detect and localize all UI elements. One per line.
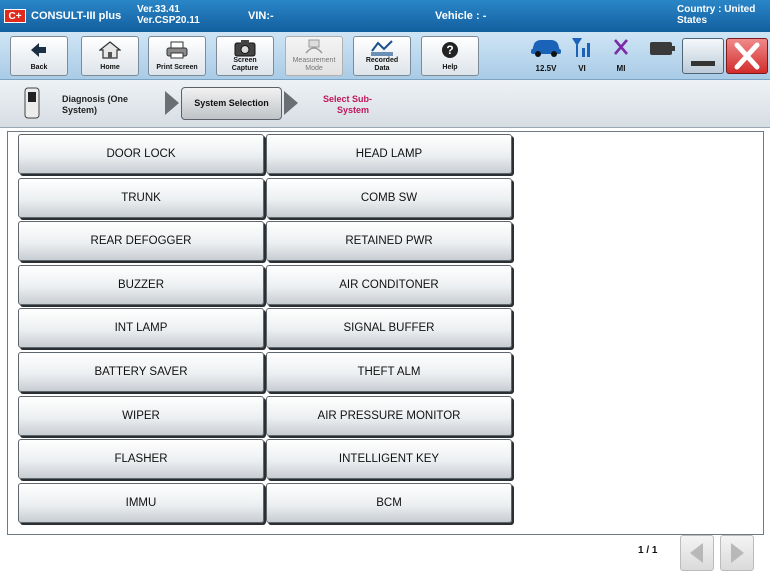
triangle-right-icon: [731, 543, 744, 563]
breadcrumb-step-diagnosis-1: Diagnosis (One: [62, 94, 129, 104]
system-button[interactable]: DOOR LOCK: [18, 134, 264, 174]
svg-text:?: ?: [446, 43, 453, 57]
footer: [0, 535, 770, 577]
car-icon: [531, 40, 561, 57]
breadcrumb: [0, 80, 770, 128]
system-button[interactable]: AIR PRESSURE MONITOR: [266, 395, 512, 436]
breadcrumb-step-diagnosis-2: System): [62, 105, 98, 115]
mi-status: MI: [606, 36, 636, 76]
system-button[interactable]: TRUNK: [18, 177, 264, 218]
version-secondary: Ver.CSP20.11: [137, 15, 200, 26]
breadcrumb-arrow-icon: [165, 91, 179, 115]
measurement-mode-label-2: Mode: [305, 65, 323, 72]
system-button[interactable]: REAR DEFOGGER: [18, 221, 264, 262]
vi-label: VI: [578, 64, 586, 73]
system-button[interactable]: IMMU: [18, 482, 264, 523]
help-button[interactable]: ? Help: [421, 36, 479, 76]
minimize-button[interactable]: [682, 38, 724, 74]
system-button[interactable]: INTELLIGENT KEY: [266, 439, 512, 480]
country-line-2: States: [677, 15, 708, 26]
system-button[interactable]: AIR CONDITONER: [266, 264, 512, 305]
system-button[interactable]: BATTERY SAVER: [18, 352, 264, 392]
recorded-data-button[interactable]: Recorded Data: [353, 36, 411, 76]
country-line-1: Country : United: [677, 4, 756, 15]
home-label: Home: [100, 64, 120, 71]
system-button[interactable]: BCM: [266, 482, 512, 523]
question-icon: ?: [442, 42, 458, 58]
back-button[interactable]: Back: [10, 36, 68, 76]
recorded-data-label-2: Data: [374, 65, 390, 72]
system-button[interactable]: RETAINED PWR: [266, 221, 512, 262]
screen-capture-label-1: Screen: [233, 57, 257, 64]
system-button[interactable]: BUZZER: [18, 264, 264, 305]
vehicle-display: Vehicle : -: [435, 10, 487, 22]
gauge-icon: [305, 39, 323, 54]
system-button[interactable]: INT LAMP: [18, 308, 264, 349]
measurement-mode-button[interactable]: Measurement Mode: [285, 36, 343, 76]
vi-status: VI: [567, 36, 597, 76]
close-icon: [734, 42, 760, 70]
title-bar: C+ CONSULT-III plus Ver.33.41 Ver.CSP20.…: [0, 0, 770, 32]
consult-device-icon: [24, 87, 40, 119]
breadcrumb-step-sub-system-1: Select Sub-: [323, 94, 373, 104]
screen-capture-button[interactable]: Screen Capture: [216, 36, 274, 76]
version-primary: Ver.33.41: [137, 4, 180, 15]
next-page-button[interactable]: [720, 535, 754, 571]
house-icon: [99, 41, 121, 59]
system-button[interactable]: HEAD LAMP: [266, 134, 512, 174]
arrow-left-icon: [31, 43, 46, 57]
back-label: Back: [30, 64, 48, 71]
signal-icon: [572, 38, 590, 57]
breadcrumb-step-sub-system-2: System: [337, 105, 370, 115]
breadcrumb-arrow-icon: [284, 91, 298, 115]
system-button[interactable]: COMB SW: [266, 177, 512, 218]
triangle-left-icon: [690, 543, 703, 563]
measurement-mode-label-1: Measurement: [292, 57, 336, 64]
help-label: Help: [442, 64, 458, 71]
print-screen-button[interactable]: Print Screen: [148, 36, 206, 76]
mi-label: MI: [616, 64, 626, 73]
home-button[interactable]: Home: [81, 36, 139, 76]
vin-display: VIN:-: [248, 10, 274, 22]
system-button[interactable]: FLASHER: [18, 439, 264, 480]
disconnected-icon: [614, 39, 628, 55]
consult-window: C+ CONSULT-III plus Ver.33.41 Ver.CSP20.…: [0, 0, 770, 577]
printer-icon: [166, 41, 188, 59]
screen-capture-label-2: Capture: [231, 65, 259, 72]
recorded-data-label-1: Recorded: [365, 57, 399, 64]
previous-page-button[interactable]: [680, 535, 714, 571]
system-button[interactable]: THEFT ALM: [266, 352, 512, 392]
battery-status: 12.5V: [527, 36, 565, 76]
consult-logo-icon: C+: [4, 9, 26, 23]
breadcrumb-step-system-selection[interactable]: System Selection: [181, 87, 282, 120]
page-indicator: 1 / 1: [638, 545, 658, 556]
print-screen-label: Print Screen: [156, 64, 198, 71]
app-name: CONSULT-III plus: [31, 10, 122, 22]
data-icon: [371, 40, 393, 56]
system-button[interactable]: WIPER: [18, 395, 264, 436]
minimize-icon: [691, 61, 715, 66]
battery-voltage: 12.5V: [535, 64, 557, 73]
close-button[interactable]: [726, 38, 768, 74]
battery-icon: [650, 42, 676, 55]
camera-icon: [234, 40, 256, 57]
system-button[interactable]: SIGNAL BUFFER: [266, 308, 512, 349]
